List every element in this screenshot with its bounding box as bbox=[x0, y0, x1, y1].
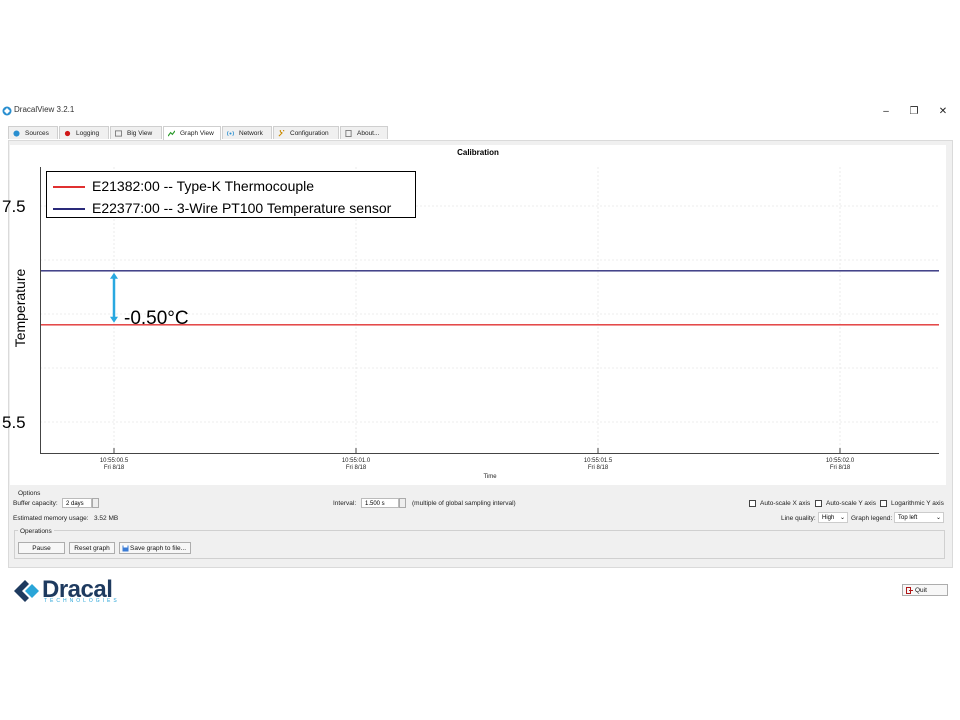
graph-icon bbox=[168, 130, 175, 137]
x-tick-label: 10:55:01.5 Fri 8/18 bbox=[568, 458, 628, 472]
legend-swatch bbox=[53, 208, 85, 210]
line-quality-label: Line quality: bbox=[781, 515, 816, 522]
window-title: DracalView 3.2.1 bbox=[14, 105, 75, 114]
autoscale-y-checkbox[interactable] bbox=[815, 500, 822, 507]
interval-input[interactable]: 1.500 s bbox=[361, 498, 399, 508]
legend-label: E22377:00 -- 3-Wire PT100 Temperature se… bbox=[92, 200, 392, 216]
tab-configuration[interactable]: Configuration bbox=[273, 126, 339, 139]
buffer-capacity-spinner[interactable] bbox=[92, 498, 99, 508]
options-section-label: Options bbox=[18, 490, 41, 497]
buffer-capacity-input[interactable]: 2 days bbox=[62, 498, 92, 508]
memory-usage-label: Estimated memory usage: bbox=[13, 515, 89, 522]
graph-legend-select[interactable]: Top left ⌄ bbox=[894, 512, 944, 523]
line-quality-select[interactable]: High ⌄ bbox=[818, 512, 848, 523]
exit-icon bbox=[906, 587, 913, 594]
tab-logging[interactable]: Logging bbox=[59, 126, 109, 139]
save-icon bbox=[122, 545, 129, 552]
tab-label: Configuration bbox=[290, 130, 329, 137]
x-tick-label: 10:55:00.5 Fri 8/18 bbox=[84, 458, 144, 472]
x-tick-date: Fri 8/18 bbox=[345, 465, 367, 471]
x-tick-time: 10:55:01.5 bbox=[583, 458, 613, 464]
graph-legend-label: Graph legend: bbox=[851, 515, 893, 522]
tab-big-view[interactable]: Big View bbox=[110, 126, 162, 139]
autoscale-x-label: Auto-scale X axis bbox=[760, 500, 811, 507]
x-tick-time: 10:55:01.0 bbox=[341, 458, 371, 464]
tab-label: Graph View bbox=[180, 130, 214, 137]
interval-hint: (multiple of global sampling interval) bbox=[412, 500, 516, 507]
tab-about[interactable]: About... bbox=[340, 126, 388, 139]
legend-swatch bbox=[53, 186, 85, 188]
operations-section-label: Operations bbox=[18, 528, 54, 535]
title-bar bbox=[0, 100, 960, 124]
interval-spinner[interactable] bbox=[399, 498, 406, 508]
y-axis-label: Temperature bbox=[12, 268, 28, 348]
tab-network[interactable]: Network bbox=[222, 126, 272, 139]
tab-label: Network bbox=[239, 130, 263, 137]
tab-label: About... bbox=[357, 130, 380, 137]
sources-icon bbox=[13, 130, 20, 137]
minimize-button[interactable]: ‒ bbox=[876, 104, 896, 120]
pause-button[interactable]: Pause bbox=[18, 542, 65, 554]
dracalview-app-icon bbox=[2, 106, 12, 116]
save-graph-button[interactable]: Save graph to file... bbox=[119, 542, 191, 554]
buffer-capacity-label: Buffer capacity: bbox=[13, 500, 58, 507]
log-y-label: Logarithmic Y axis bbox=[891, 500, 944, 507]
log-y-checkbox[interactable] bbox=[880, 500, 887, 507]
interval-label: Interval: bbox=[333, 500, 357, 507]
close-button[interactable]: ✕ bbox=[933, 104, 953, 120]
line-quality-value: High bbox=[822, 515, 835, 521]
y-tick-label: 5.5 bbox=[2, 413, 26, 432]
tab-label: Logging bbox=[76, 130, 100, 137]
x-tick-date: Fri 8/18 bbox=[587, 465, 609, 471]
y-tick-label: 7.5 bbox=[2, 197, 26, 216]
network-icon bbox=[227, 131, 234, 136]
x-tick-time: 10:55:00.5 bbox=[99, 458, 129, 464]
autoscale-x-checkbox[interactable] bbox=[749, 500, 756, 507]
graph-legend-value: Top left bbox=[898, 515, 918, 521]
graph-legend: E21382:00 -- Type-K Thermocouple E22377:… bbox=[46, 171, 416, 218]
tab-label: Sources bbox=[25, 130, 49, 137]
x-tick-label: 10:55:02.0 Fri 8/18 bbox=[810, 458, 870, 472]
x-axis-label: Time bbox=[483, 474, 497, 480]
x-tick-date: Fri 8/18 bbox=[103, 465, 125, 471]
tab-sources[interactable]: Sources bbox=[8, 126, 58, 139]
memory-usage-value: 3.52 MB bbox=[94, 515, 119, 522]
chevron-down-icon: ⌄ bbox=[839, 515, 845, 521]
x-tick-label: 10:55:01.0 Fri 8/18 bbox=[326, 458, 386, 472]
x-tick-date: Fri 8/18 bbox=[829, 465, 851, 471]
tab-graph-view[interactable]: Graph View bbox=[163, 126, 221, 140]
quit-label: Quit bbox=[915, 587, 927, 594]
save-graph-label: Save graph to file... bbox=[130, 545, 187, 552]
autoscale-y-label: Auto-scale Y axis bbox=[826, 500, 876, 507]
about-icon bbox=[345, 130, 352, 137]
x-tick-time: 10:55:02.0 bbox=[825, 458, 855, 464]
wrench-icon bbox=[278, 130, 285, 137]
bigview-icon bbox=[115, 130, 122, 137]
chevron-down-icon: ⌄ bbox=[935, 515, 941, 521]
difference-annotation: -0.50°C bbox=[124, 308, 189, 329]
restore-button[interactable]: ❐ bbox=[904, 104, 924, 120]
record-icon bbox=[64, 130, 71, 137]
graph-title: Calibration bbox=[457, 148, 499, 157]
tab-label: Big View bbox=[127, 130, 153, 137]
quit-button[interactable]: Quit bbox=[902, 584, 948, 596]
dracal-logo-subtitle: TECHNOLOGIES bbox=[44, 598, 120, 604]
reset-graph-button[interactable]: Reset graph bbox=[69, 542, 115, 554]
legend-label: E21382:00 -- Type-K Thermocouple bbox=[92, 178, 315, 194]
dracal-logo-icon bbox=[14, 580, 39, 602]
